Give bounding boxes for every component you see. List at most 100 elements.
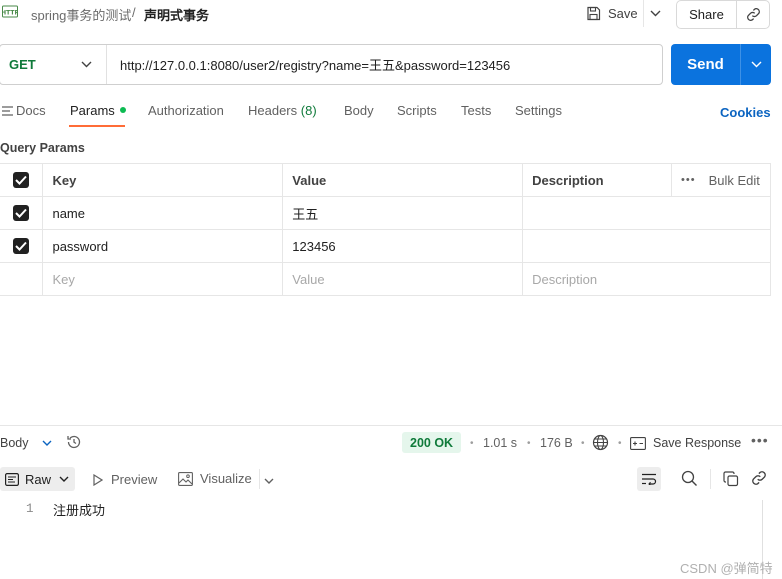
response-line-text: 注册成功 bbox=[53, 503, 106, 518]
chevron-down-icon bbox=[264, 478, 274, 484]
params-active-dot bbox=[119, 107, 126, 113]
chevron-down-icon bbox=[42, 440, 51, 446]
bulk-edit-cell: ••• Bulk Edit bbox=[671, 163, 771, 197]
send-options-button[interactable] bbox=[740, 44, 771, 85]
request-tabs: Docs Params Authorization Headers (8) Bo… bbox=[0, 98, 782, 128]
check-icon bbox=[15, 209, 27, 219]
response-body-label: Body bbox=[0, 436, 29, 450]
save-response-button[interactable]: Save Response bbox=[630, 436, 741, 450]
url-input[interactable] bbox=[107, 45, 662, 84]
response-divider bbox=[0, 425, 782, 426]
wrap-lines-icon bbox=[642, 473, 657, 485]
column-header-key: Key bbox=[42, 163, 284, 197]
more-options-icon[interactable]: ••• bbox=[751, 432, 769, 448]
line-number: 1 bbox=[26, 502, 34, 516]
select-all-cell bbox=[0, 163, 44, 197]
cookies-link[interactable]: Cookies bbox=[720, 105, 771, 120]
tab-docs[interactable]: Docs bbox=[2, 103, 46, 118]
active-tab-indicator bbox=[69, 125, 125, 127]
method-select[interactable]: GET bbox=[0, 45, 107, 84]
svg-text:HTTP: HTTP bbox=[2, 10, 18, 17]
select-all-checkbox[interactable] bbox=[13, 172, 30, 189]
copy-icon[interactable] bbox=[723, 471, 739, 490]
param-key-cell[interactable]: name bbox=[42, 196, 284, 230]
tab-headers[interactable]: Headers (8) bbox=[248, 103, 317, 118]
param-description-cell[interactable] bbox=[522, 229, 771, 263]
column-header-description: Description bbox=[522, 163, 672, 197]
toolbar-divider bbox=[710, 469, 711, 489]
share-button[interactable]: Share bbox=[677, 1, 736, 28]
new-key-input[interactable]: Key bbox=[42, 262, 284, 296]
share-group: Share bbox=[676, 0, 770, 29]
tab-docs-label: Docs bbox=[16, 103, 46, 118]
response-body-select[interactable]: Body bbox=[0, 436, 52, 450]
tab-authorization[interactable]: Authorization bbox=[148, 103, 224, 118]
chevron-down-icon bbox=[59, 476, 69, 482]
link-icon[interactable] bbox=[751, 470, 767, 489]
table-header-row: Key Value Description ••• Bulk Edit bbox=[0, 163, 771, 197]
format-label: Raw bbox=[25, 471, 52, 487]
tab-settings[interactable]: Settings bbox=[515, 103, 562, 118]
save-response-label: Save Response bbox=[653, 436, 742, 450]
response-size[interactable]: 176 B bbox=[540, 436, 573, 450]
search-icon[interactable] bbox=[681, 470, 698, 490]
tab-params-label: Params bbox=[70, 103, 115, 118]
http-request-icon: HTTP bbox=[1, 5, 19, 19]
preview-label: Preview bbox=[111, 472, 158, 487]
param-value-cell[interactable]: 王五 bbox=[282, 196, 524, 230]
tab-body[interactable]: Body bbox=[344, 103, 374, 118]
param-value-cell[interactable]: 123456 bbox=[282, 229, 524, 263]
visualize-button[interactable]: Visualize bbox=[178, 471, 252, 486]
toolbar-divider bbox=[259, 469, 260, 489]
link-icon bbox=[746, 8, 760, 21]
send-group: Send bbox=[671, 44, 771, 85]
status-badge[interactable]: 200 OK bbox=[402, 432, 462, 453]
preview-button[interactable]: Preview bbox=[93, 472, 157, 487]
meta-separator: • bbox=[618, 438, 622, 449]
row-checkbox-cell bbox=[0, 262, 44, 296]
format-select[interactable]: Raw bbox=[0, 467, 75, 491]
more-icon: ••• bbox=[681, 174, 696, 186]
row-checkbox-cell bbox=[0, 196, 44, 230]
tab-scripts[interactable]: Scripts bbox=[397, 103, 437, 118]
save-options-button[interactable] bbox=[643, 0, 667, 27]
tab-authorization-label: Authorization bbox=[148, 103, 224, 118]
breadcrumb-collection[interactable]: spring事务的测试 bbox=[31, 5, 131, 24]
send-button[interactable]: Send bbox=[671, 44, 740, 85]
param-key-cell[interactable]: password bbox=[42, 229, 284, 263]
globe-icon[interactable] bbox=[592, 434, 609, 454]
meta-separator: • bbox=[581, 438, 585, 449]
watermark: CSDN @弹简特 bbox=[680, 561, 773, 576]
tab-tests[interactable]: Tests bbox=[461, 103, 491, 118]
bulk-edit-label: Bulk Edit bbox=[708, 172, 760, 188]
new-value-input[interactable]: Value bbox=[282, 262, 524, 296]
row-checkbox[interactable] bbox=[13, 238, 30, 255]
method-label: GET bbox=[9, 57, 36, 72]
check-icon bbox=[15, 242, 27, 252]
bulk-edit-button[interactable]: ••• Bulk Edit bbox=[681, 173, 761, 188]
visualize-options-button[interactable] bbox=[264, 472, 274, 487]
save-button[interactable]: Save bbox=[580, 0, 644, 27]
send-label: Send bbox=[687, 56, 724, 73]
raw-format-icon bbox=[5, 472, 19, 486]
new-param-row: Key Value Description bbox=[0, 262, 771, 296]
param-description-cell[interactable] bbox=[522, 196, 771, 230]
save-icon bbox=[587, 6, 601, 21]
tab-headers-label: Headers bbox=[248, 103, 298, 118]
meta-separator: • bbox=[470, 438, 474, 449]
copy-link-button[interactable] bbox=[736, 1, 769, 28]
query-params-title: Query Params bbox=[0, 141, 85, 155]
docs-icon bbox=[2, 106, 13, 116]
request-name[interactable]: 声明式事务 bbox=[144, 5, 209, 24]
tab-params[interactable]: Params bbox=[70, 103, 126, 118]
new-description-input[interactable]: Description bbox=[522, 262, 771, 296]
chevron-down-icon bbox=[81, 61, 92, 68]
chevron-down-icon bbox=[751, 61, 761, 68]
tab-body-label: Body bbox=[344, 103, 374, 118]
history-icon[interactable] bbox=[66, 434, 82, 453]
tab-settings-label: Settings bbox=[515, 103, 562, 118]
response-time[interactable]: 1.01 s bbox=[483, 436, 517, 450]
share-label: Share bbox=[689, 7, 724, 22]
row-checkbox[interactable] bbox=[13, 205, 30, 222]
wrap-lines-button[interactable] bbox=[637, 467, 661, 491]
